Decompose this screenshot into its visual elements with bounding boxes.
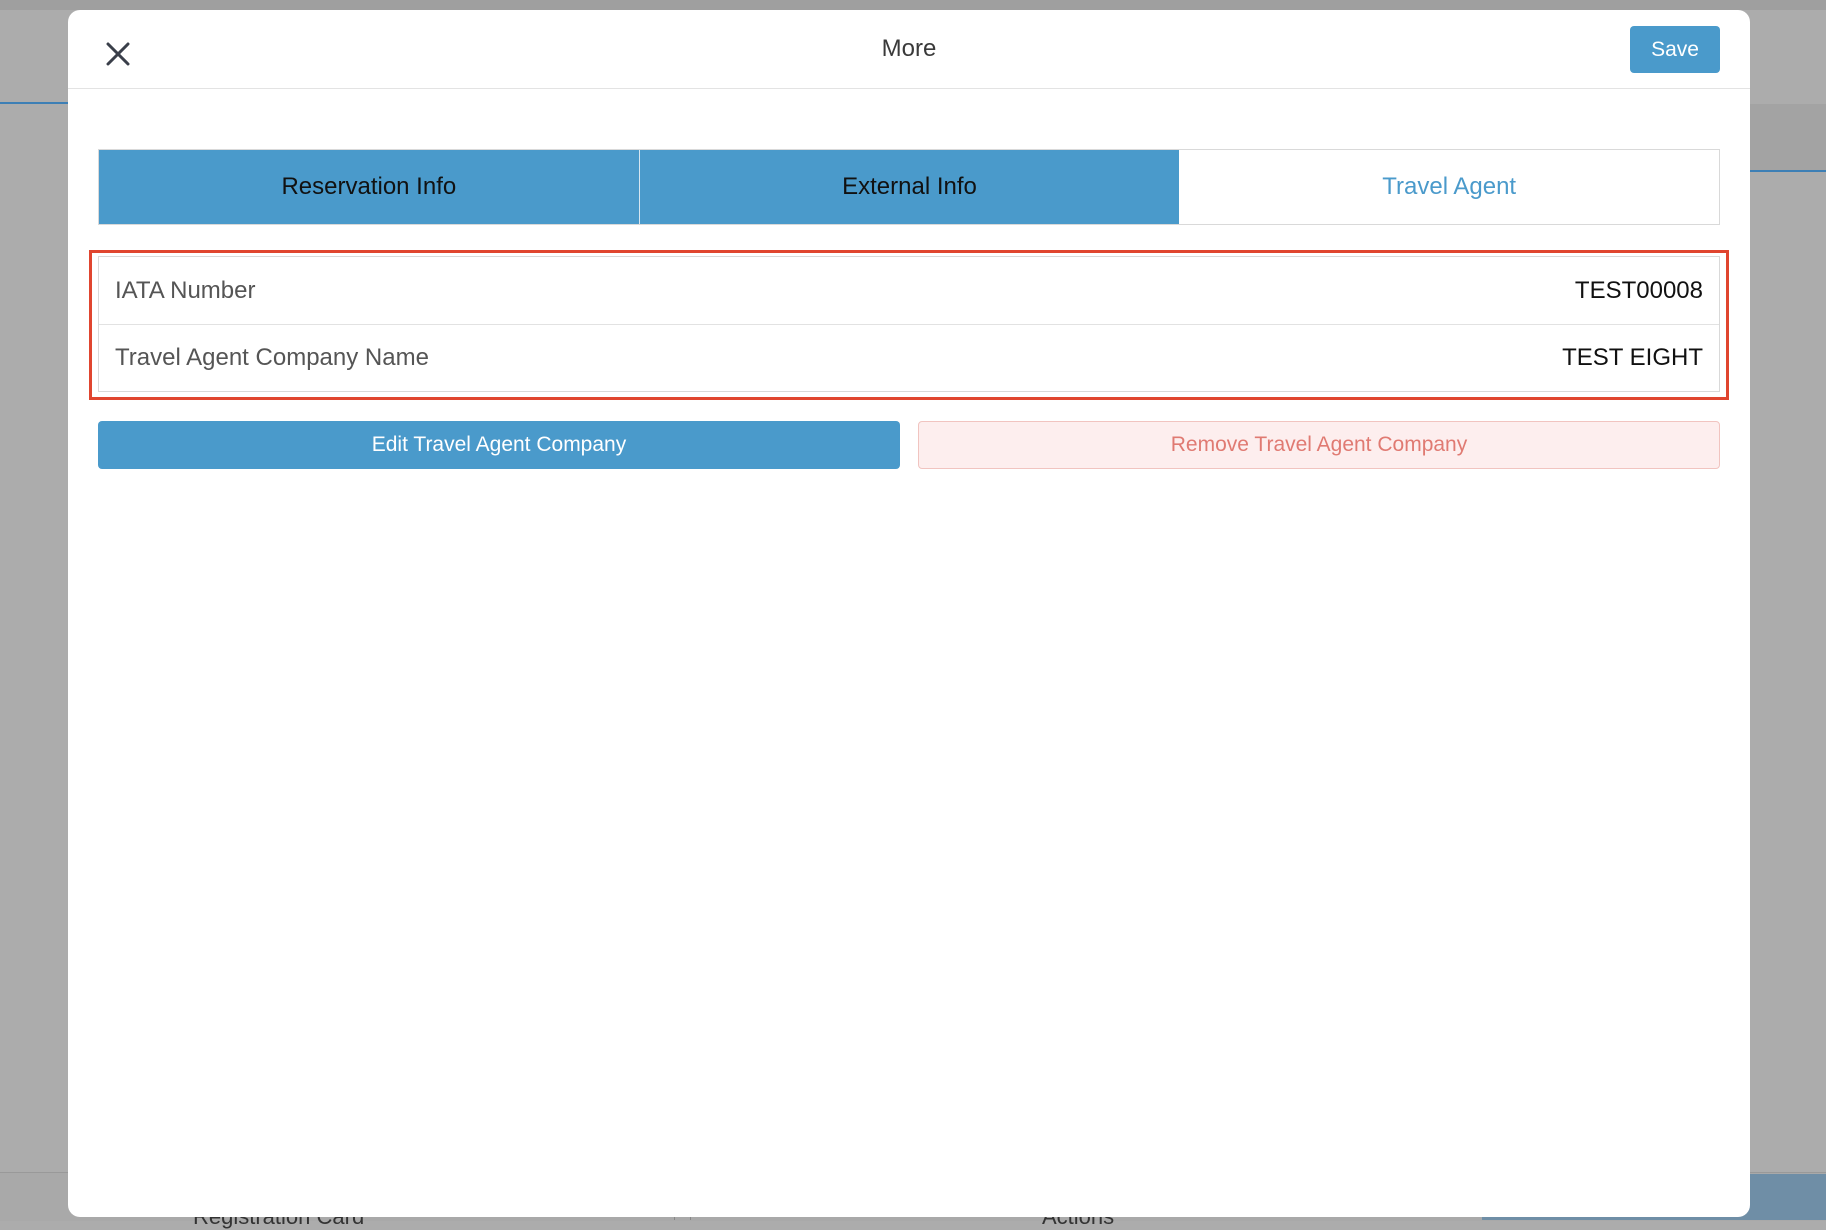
travel-agent-info-list: IATA Number TEST00008 Travel Agent Compa… (98, 256, 1720, 392)
remove-travel-agent-company-button[interactable]: Remove Travel Agent Company (918, 421, 1720, 469)
tab-reservation-info[interactable]: Reservation Info (99, 150, 639, 224)
info-row-company-name: Travel Agent Company Name TEST EIGHT (99, 324, 1719, 391)
info-row-iata-number: IATA Number TEST00008 (99, 257, 1719, 324)
tab-travel-agent[interactable]: Travel Agent (1179, 150, 1720, 224)
info-value: TEST EIGHT (1562, 344, 1703, 371)
save-button[interactable]: Save (1630, 26, 1720, 73)
close-icon (106, 42, 130, 66)
background-tab-underline-right (1750, 170, 1826, 172)
background-topbar (0, 0, 1826, 10)
info-value: TEST00008 (1574, 276, 1703, 304)
info-label: IATA Number (115, 276, 256, 304)
edit-travel-agent-company-button[interactable]: Edit Travel Agent Company (98, 421, 900, 469)
tab-external-info[interactable]: External Info (638, 150, 1180, 224)
background-panel (1750, 104, 1826, 170)
tab-bar: Reservation Info External Info Travel Ag… (98, 149, 1720, 225)
modal-title: More (881, 35, 937, 62)
info-label: Travel Agent Company Name (115, 344, 429, 371)
more-modal: More Save Reservation Info External Info… (68, 10, 1750, 1217)
close-button[interactable] (98, 34, 138, 74)
background-tab-underline (0, 102, 68, 104)
modal-header: More Save (68, 10, 1750, 89)
